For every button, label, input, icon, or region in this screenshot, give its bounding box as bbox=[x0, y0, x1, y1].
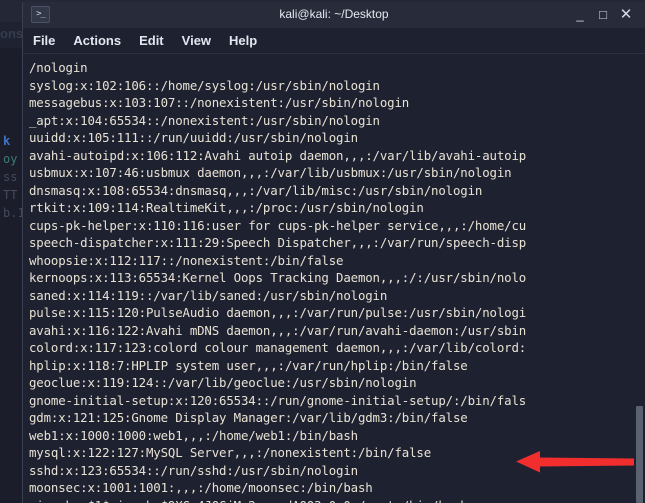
terminal-line: kernoops:x:113:65534:Kernel Oops Trackin… bbox=[29, 270, 527, 285]
terminal-line: speech-dispatcher:x:111:29:Speech Dispat… bbox=[29, 235, 527, 250]
terminal-line: saned:x:114:119::/var/lib/saned:/usr/sbi… bbox=[29, 287, 388, 303]
terminal-line: sshd:x:123:65534::/run/sshd:/usr/sbin/no… bbox=[29, 462, 358, 478]
menu-item-file[interactable]: File bbox=[33, 33, 55, 48]
screen: kali@k... ons Edit View Help k oy ss TT … bbox=[0, 0, 645, 503]
terminal-window[interactable]: >_ kali@kali: ~/Desktop _ □ ✕ File Actio… bbox=[22, 2, 645, 503]
background-text-line: oy bbox=[3, 152, 18, 166]
terminal-line: gdm:x:121:125:Gnome Display Manager:/var… bbox=[29, 410, 468, 425]
background-text-line: TT bbox=[3, 188, 18, 202]
terminal-line: /nologin bbox=[29, 60, 88, 75]
terminal-line: cups-pk-helper:x:110:116:user for cups-p… bbox=[29, 217, 527, 233]
terminal-line: colord:x:117:123:colord colour managemen… bbox=[29, 340, 527, 355]
minimize-button[interactable]: _ bbox=[571, 6, 589, 24]
terminal-line: web1:x:1000:1000:web1,,,:/home/web1:/bin… bbox=[29, 427, 358, 443]
terminal-body[interactable]: /nologin syslog:x:102:106::/home/syslog:… bbox=[23, 54, 645, 503]
terminal-line: whoopsie:x:112:117::/nonexistent:/bin/fa… bbox=[29, 252, 344, 268]
menu-item-help[interactable]: Help bbox=[229, 33, 257, 48]
terminal-line: avahi:x:116:122:Avahi mDNS daemon,,,:/va… bbox=[29, 322, 527, 338]
terminal-line: dnsmasq:x:108:65534:dnsmasq,,,:/var/lib/… bbox=[29, 182, 483, 198]
terminal-line: messagebus:x:103:107::/nonexistent:/usr/… bbox=[29, 95, 410, 110]
terminal-line: usbmux:x:107:46:usbmux daemon,,,:/var/li… bbox=[29, 165, 512, 180]
terminal-line: avahi-autoipd:x:106:112:Avahi autoip dae… bbox=[29, 147, 527, 163]
scrollbar-track[interactable] bbox=[634, 54, 645, 503]
terminal-line: uuidd:x:105:111::/run/uuidd:/usr/sbin/no… bbox=[29, 130, 358, 145]
background-text-line: k bbox=[3, 134, 11, 148]
terminal-line: moonsec:x:1001:1001:,,,:/home/moonsec:/b… bbox=[29, 480, 373, 495]
terminal-line: pulse:x:115:120:PulseAudio daemon,,,:/va… bbox=[29, 305, 527, 320]
menubar: File Actions Edit View Help bbox=[23, 28, 645, 54]
terminal-line: hplip:x:118:7:HPLIP system user,,,:/var/… bbox=[29, 357, 468, 373]
background-text-line: ss bbox=[3, 170, 18, 184]
menu-item-view[interactable]: View bbox=[182, 33, 211, 48]
terminal-line: syslog:x:102:106::/home/syslog:/usr/sbin… bbox=[29, 77, 380, 93]
menu-item-edit[interactable]: Edit bbox=[139, 33, 164, 48]
terminal-line: _apt:x:104:65534::/nonexistent:/usr/sbin… bbox=[29, 112, 380, 128]
window-title: kali@kali: ~/Desktop bbox=[279, 7, 389, 21]
terminal-line-highlighted: xiaosha:$1$xiaosha$9XGx4JOGjMa2qvqpdAQQ3… bbox=[29, 497, 645, 503]
menu-item-actions[interactable]: Actions bbox=[73, 33, 121, 48]
titlebar[interactable]: >_ kali@kali: ~/Desktop _ □ ✕ bbox=[23, 2, 645, 28]
terminal-line: gnome-initial-setup:x:120:65534::/run/gn… bbox=[29, 392, 527, 408]
terminal-line: mysql:x:122:127:MySQL Server,,,:/nonexis… bbox=[29, 445, 432, 460]
terminal-line: rtkit:x:109:114:RealtimeKit,,,:/proc:/us… bbox=[29, 200, 424, 215]
terminal-icon: >_ bbox=[31, 6, 50, 23]
scrollbar-thumb[interactable] bbox=[636, 406, 643, 503]
background-menu-item-0[interactable]: ons bbox=[0, 26, 23, 41]
maximize-button[interactable]: □ bbox=[594, 6, 612, 24]
close-button[interactable]: ✕ bbox=[617, 6, 635, 24]
terminal-line: geoclue:x:119:124::/var/lib/geoclue:/usr… bbox=[29, 375, 417, 390]
